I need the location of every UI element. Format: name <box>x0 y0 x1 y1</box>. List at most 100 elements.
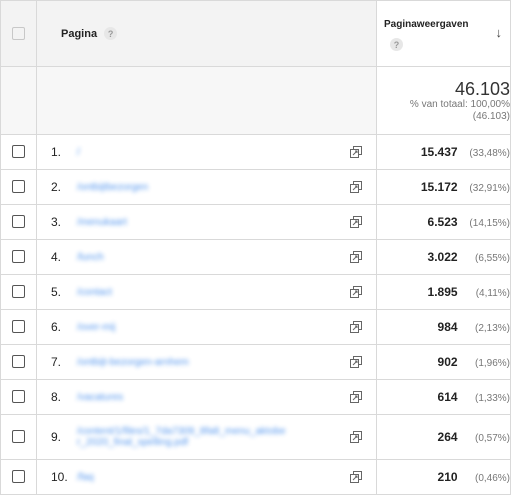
table-header-row: Pagina ? Paginaweergaven ? ↓ <box>0 0 511 67</box>
row-checkbox-cell[interactable] <box>0 239 37 275</box>
pageviews-cell: 614 (1,33%) <box>376 379 511 415</box>
pageviews-percent: (2,13%) <box>474 323 510 334</box>
page-path-link[interactable]: /contact <box>77 287 344 298</box>
page-path-link[interactable]: /faq <box>77 472 344 483</box>
page-cell: 1. / <box>36 134 377 170</box>
row-checkbox-cell[interactable] <box>0 204 37 240</box>
row-checkbox[interactable] <box>12 180 25 194</box>
row-checkbox[interactable] <box>12 145 25 159</box>
select-all-cell[interactable] <box>0 0 37 67</box>
row-checkbox-cell[interactable] <box>0 344 37 380</box>
open-in-new-window-icon[interactable] <box>350 181 362 193</box>
open-in-new-window-icon[interactable] <box>350 251 362 263</box>
pageviews-percent: (6,55%) <box>474 253 510 264</box>
pageviews-percent: (1,96%) <box>474 358 510 369</box>
page-path-link[interactable]: /ontbijtbezorgen <box>77 182 344 193</box>
pageviews-value: 210 <box>437 470 458 484</box>
table-row: 5. /contact 1.895 (4,11%) <box>0 274 511 310</box>
table-row: 8. /vacatures 614 (1,33%) <box>0 379 511 415</box>
page-cell: 3. /menukaart <box>36 204 377 240</box>
open-in-new-window-icon[interactable] <box>350 391 362 403</box>
row-number: 5. <box>51 285 62 299</box>
select-all-checkbox[interactable] <box>12 26 25 40</box>
row-checkbox-cell[interactable] <box>0 459 37 495</box>
open-in-new-window-icon[interactable] <box>350 431 362 443</box>
total-in-parens: (46.103) <box>472 110 510 122</box>
page-path-link[interactable]: /lunch <box>77 252 344 263</box>
open-in-new-window-icon[interactable] <box>350 471 362 483</box>
row-number: 7. <box>51 355 62 369</box>
totals-row: 46.103 % van totaal: 100,00% (46.103) <box>0 66 511 135</box>
pageviews-percent: (4,11%) <box>475 288 510 299</box>
row-number: 2. <box>51 180 62 194</box>
row-checkbox[interactable] <box>12 320 25 334</box>
totals-empty-cell <box>36 66 377 135</box>
row-checkbox[interactable] <box>12 285 25 299</box>
row-checkbox-cell[interactable] <box>0 169 37 205</box>
page-cell: 4. /lunch <box>36 239 377 275</box>
page-path-link[interactable]: /over-mij <box>77 322 344 333</box>
page-path-link[interactable]: /content/1/files/1_7da7309_8fa8_menu_akt… <box>77 426 344 448</box>
pageviews-value: 902 <box>437 355 458 369</box>
row-checkbox-cell[interactable] <box>0 414 37 460</box>
page-column-label: Pagina <box>61 27 98 40</box>
pageviews-percent: (1,33%) <box>474 393 510 404</box>
row-checkbox[interactable] <box>12 470 25 484</box>
page-cell: 10. /faq <box>36 459 377 495</box>
pageviews-cell: 6.523 (14,15%) <box>376 204 511 240</box>
pageviews-value: 15.437 <box>420 145 458 159</box>
row-checkbox-cell[interactable] <box>0 309 37 345</box>
help-icon[interactable]: ? <box>104 27 118 40</box>
page-path-link[interactable]: /vacatures <box>77 392 344 403</box>
row-number: 9. <box>51 430 62 444</box>
pageviews-percent: (14,15%) <box>469 218 510 229</box>
page-path-link[interactable]: /menukaart <box>77 217 344 228</box>
row-checkbox-cell[interactable] <box>0 274 37 310</box>
pageviews-cell: 15.172 (32,91%) <box>376 169 511 205</box>
table-row: 1. / 15.437 (33,48%) <box>0 134 511 170</box>
page-cell: 5. /contact <box>36 274 377 310</box>
pageviews-cell: 15.437 (33,48%) <box>376 134 511 170</box>
pageviews-value: 1.895 <box>427 285 458 299</box>
row-checkbox[interactable] <box>12 215 25 229</box>
pageviews-cell: 210 (0,46%) <box>376 459 511 495</box>
page-path-link[interactable]: /ontbijt-bezorgen-arnhem <box>77 357 344 368</box>
row-number: 4. <box>51 250 62 264</box>
row-number: 10. <box>51 470 68 484</box>
pageviews-cell: 264 (0,57%) <box>376 414 511 460</box>
page-cell: 6. /over-mij <box>36 309 377 345</box>
total-pageviews: 46.103 <box>454 78 510 99</box>
page-path-link[interactable]: / <box>77 147 344 158</box>
row-checkbox[interactable] <box>12 250 25 264</box>
row-checkbox-cell[interactable] <box>0 379 37 415</box>
pageviews-value: 6.523 <box>427 215 458 229</box>
table-row: 3. /menukaart 6.523 (14,15%) <box>0 204 511 240</box>
row-checkbox[interactable] <box>12 430 25 444</box>
row-checkbox-cell[interactable] <box>0 134 37 170</box>
open-in-new-window-icon[interactable] <box>350 321 362 333</box>
totals-empty-cell <box>0 66 37 135</box>
row-number: 6. <box>51 320 62 334</box>
open-in-new-window-icon[interactable] <box>350 286 362 298</box>
row-number: 8. <box>51 390 62 404</box>
row-checkbox[interactable] <box>12 390 25 404</box>
table-row: 4. /lunch 3.022 (6,55%) <box>0 239 511 275</box>
total-percent-label: % van totaal: 100,00% <box>409 98 510 110</box>
open-in-new-window-icon[interactable] <box>350 356 362 368</box>
row-checkbox[interactable] <box>12 355 25 369</box>
open-in-new-window-icon[interactable] <box>350 216 362 228</box>
pageviews-value: 264 <box>437 430 458 444</box>
pageviews-value: 984 <box>437 320 458 334</box>
totals-cell: 46.103 % van totaal: 100,00% (46.103) <box>376 66 511 135</box>
page-column-header[interactable]: Pagina ? <box>36 0 377 67</box>
row-number: 3. <box>51 215 62 229</box>
help-icon[interactable]: ? <box>390 38 403 51</box>
pageviews-cell: 3.022 (6,55%) <box>376 239 511 275</box>
pageviews-cell: 902 (1,96%) <box>376 344 511 380</box>
page-cell: 7. /ontbijt-bezorgen-arnhem <box>36 344 377 380</box>
sort-descending-icon[interactable]: ↓ <box>496 25 503 40</box>
pageviews-column-header[interactable]: Paginaweergaven ? ↓ <box>376 0 511 67</box>
pageviews-percent: (0,46%) <box>474 473 510 484</box>
open-in-new-window-icon[interactable] <box>350 146 362 158</box>
pageviews-cell: 984 (2,13%) <box>376 309 511 345</box>
